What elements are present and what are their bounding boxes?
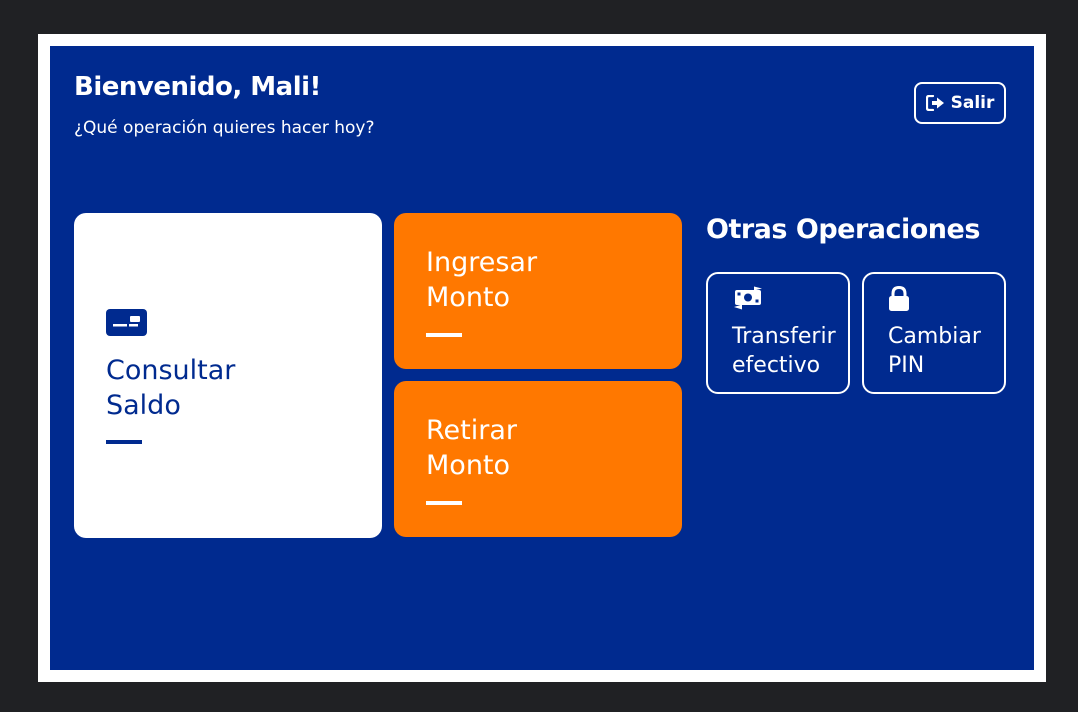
other-operations-title: Otras Operaciones: [706, 214, 980, 245]
sign-out-icon: [925, 95, 945, 111]
change-pin-line2: PIN: [888, 353, 925, 378]
change-pin-button[interactable]: Cambiar PIN: [862, 272, 1006, 394]
logout-label: Salir: [950, 93, 995, 113]
check-balance-line1: Consultar: [106, 355, 236, 386]
withdraw-line2: Monto: [426, 450, 511, 481]
deposit-label: Ingresar Monto: [426, 245, 626, 315]
change-pin-label: Cambiar PIN: [888, 322, 1006, 380]
deposit-line1: Ingresar: [426, 247, 538, 278]
app-frame: Bienvenido, Mali! ¿Qué operación quieres…: [38, 34, 1046, 682]
transfer-cash-label: Transferir efectivo: [732, 322, 850, 380]
check-balance-label: Consultar Saldo: [106, 353, 306, 423]
accent-bar: [106, 440, 142, 444]
transfer-cash-line1: Transferir: [732, 324, 836, 349]
transfer-cash-line2: efectivo: [732, 353, 821, 378]
withdraw-line1: Retirar: [426, 415, 517, 446]
page-subtitle: ¿Qué operación quieres hacer hoy?: [74, 118, 375, 138]
transfer-cash-button[interactable]: Transferir efectivo: [706, 272, 850, 394]
check-balance-card[interactable]: Consultar Saldo: [74, 213, 382, 538]
accent-bar: [426, 501, 462, 505]
deposit-line2: Monto: [426, 282, 511, 313]
accent-bar: [426, 333, 462, 337]
change-pin-line1: Cambiar: [888, 324, 981, 349]
atm-screen: Bienvenido, Mali! ¿Qué operación quieres…: [50, 46, 1034, 670]
logout-button[interactable]: Salir: [914, 82, 1006, 124]
deposit-card[interactable]: Ingresar Monto: [394, 213, 682, 369]
page-title: Bienvenido, Mali!: [74, 72, 321, 102]
id-card-icon: [106, 309, 147, 340]
check-balance-line2: Saldo: [106, 390, 181, 421]
withdraw-card[interactable]: Retirar Monto: [394, 381, 682, 537]
money-transfer-icon: [732, 286, 764, 316]
withdraw-label: Retirar Monto: [426, 413, 626, 483]
lock-icon: [888, 285, 910, 316]
